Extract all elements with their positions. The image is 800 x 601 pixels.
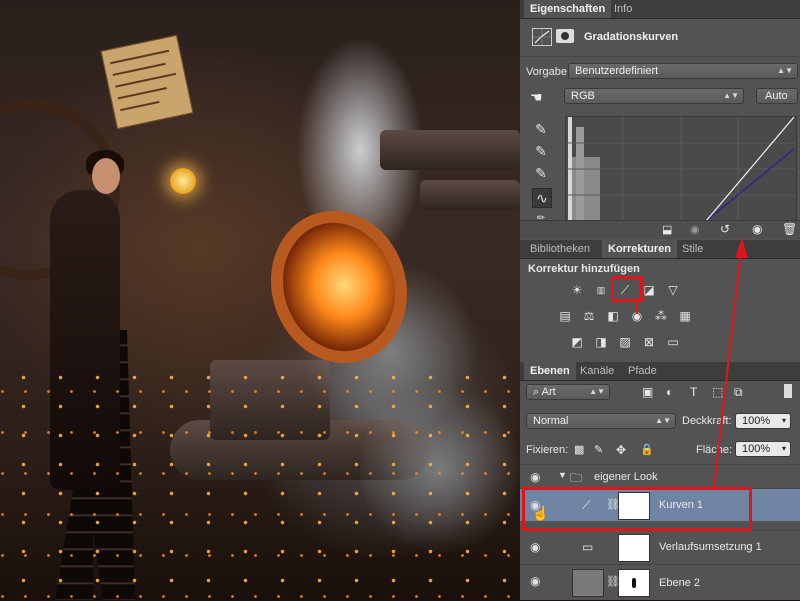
- pipe: [420, 180, 520, 210]
- chevron-down-icon[interactable]: ▾: [782, 414, 786, 428]
- sparks: [0, 360, 520, 600]
- hand-adjust-icon[interactable]: ☚: [530, 89, 543, 106]
- eyedropper-white-icon[interactable]: ✎: [532, 164, 550, 182]
- warning-sign: [100, 34, 194, 130]
- model-head: [92, 158, 120, 194]
- threshold-icon[interactable]: ▨: [618, 336, 632, 348]
- lock-move-icon[interactable]: ✥: [616, 443, 626, 457]
- properties-tabbar: Eigenschaften Info: [520, 0, 800, 19]
- channel-dropdown[interactable]: RGB ▲▼: [564, 88, 744, 104]
- tab-eigenschaften[interactable]: Eigenschaften: [524, 0, 612, 18]
- blend-mode-dropdown[interactable]: Normal ▲▼: [526, 413, 676, 429]
- color-balance-icon[interactable]: ⚖: [582, 310, 596, 322]
- tab-ebenen[interactable]: Ebenen: [524, 362, 576, 380]
- levels-icon[interactable]: ▥: [594, 284, 608, 296]
- layer-mask-thumbnail[interactable]: [618, 534, 650, 562]
- hue-saturation-icon[interactable]: ▤: [558, 310, 572, 322]
- gradient-map-icon: ▭: [582, 540, 594, 554]
- auto-button[interactable]: Auto: [756, 88, 798, 104]
- chevron-updown-icon: ▲▼: [589, 387, 605, 396]
- blend-mode-value: Normal: [533, 415, 569, 427]
- layer-row[interactable]: ◉ ⛓ Ebene 2: [520, 564, 800, 601]
- posterize-icon[interactable]: ◨: [594, 336, 608, 348]
- curves-graph[interactable]: [565, 116, 797, 222]
- divider: [520, 56, 800, 57]
- chevron-updown-icon: ▲▼: [655, 416, 671, 425]
- invert-icon[interactable]: ◩: [570, 336, 584, 348]
- filter-toggle[interactable]: [784, 384, 792, 398]
- filter-type-icon[interactable]: T: [690, 385, 697, 399]
- lamp: [170, 168, 196, 194]
- selective-color-icon[interactable]: ⊠: [642, 336, 656, 348]
- chevron-updown-icon: ▲▼: [723, 91, 739, 100]
- layer-mask-thumbnail[interactable]: [618, 569, 650, 597]
- visibility-eye-icon[interactable]: ◉: [530, 574, 540, 588]
- annotation-arrow: [713, 238, 748, 489]
- clip-to-layer-icon[interactable]: ⬓: [662, 223, 672, 236]
- preset-value: Benutzerdefiniert: [575, 65, 659, 77]
- pipe: [380, 130, 520, 170]
- lock-transparent-icon[interactable]: ▩: [574, 443, 584, 456]
- auto-label: Auto: [765, 90, 788, 102]
- tab-bibliotheken[interactable]: Bibliotheken: [524, 240, 596, 258]
- lock-label: Fixieren:: [526, 444, 569, 456]
- search-icon: ⌕: [533, 386, 540, 398]
- filter-pixel-icon[interactable]: ▣: [642, 385, 653, 399]
- adjustments-heading: Korrektur hinzufügen: [528, 263, 640, 275]
- filter-kind: Art: [541, 386, 556, 398]
- curves-histogram: [566, 116, 796, 222]
- visibility-eye-icon[interactable]: ◉: [530, 540, 540, 554]
- lock-all-icon[interactable]: 🔒: [640, 443, 654, 456]
- tab-info[interactable]: Info: [608, 0, 638, 18]
- channel-value: RGB: [571, 90, 595, 102]
- document-canvas[interactable]: [0, 0, 520, 600]
- layer-name: Verlaufsumsetzung 1: [659, 541, 762, 553]
- tab-kanaele[interactable]: Kanäle: [574, 362, 620, 380]
- preset-dropdown[interactable]: Benutzerdefiniert ▲▼: [568, 63, 798, 79]
- curves-adjustment-icon: [532, 28, 552, 46]
- highlight-curves-layer: [522, 487, 752, 531]
- exposure-icon[interactable]: ◪: [642, 284, 656, 296]
- layer-row[interactable]: ◉ ▭ Verlaufsumsetzung 1: [520, 530, 800, 563]
- channel-mixer-icon[interactable]: ⁂: [654, 310, 668, 322]
- filter-adjustment-icon[interactable]: ◐: [666, 385, 673, 399]
- layer-mask-icon[interactable]: [556, 29, 574, 43]
- tab-korrekturen[interactable]: Korrekturen: [602, 240, 677, 258]
- highlight-curves-button: [611, 276, 643, 302]
- visibility-eye-icon[interactable]: ◉: [530, 470, 540, 484]
- annotation-line: [636, 300, 638, 314]
- curve-edit-icon[interactable]: ∿: [532, 188, 552, 208]
- black-white-icon[interactable]: ◧: [606, 310, 620, 322]
- lock-brush-icon[interactable]: ✎: [594, 443, 603, 456]
- properties-title: Gradationskurven: [584, 31, 679, 43]
- layer-name: eigener Look: [594, 471, 658, 483]
- brightness-icon[interactable]: ☀: [570, 284, 584, 296]
- chevron-updown-icon: ▲▼: [777, 66, 793, 75]
- chevron-down-icon[interactable]: ▼: [558, 470, 567, 480]
- gradient-map-icon[interactable]: ▭: [666, 336, 680, 348]
- tab-pfade[interactable]: Pfade: [622, 362, 663, 380]
- view-previous-icon[interactable]: ◉: [690, 223, 700, 236]
- layer-name: Ebene 2: [659, 577, 700, 589]
- eyedropper-black-icon[interactable]: ✎: [532, 120, 550, 138]
- layer-filter-dropdown[interactable]: ⌕ Art ▲▼: [526, 384, 610, 400]
- color-lookup-icon[interactable]: ▦: [678, 310, 692, 322]
- eyedropper-gray-icon[interactable]: ✎: [532, 142, 550, 160]
- vibrance-icon[interactable]: ▽: [666, 284, 680, 296]
- chevron-down-icon[interactable]: ▾: [782, 442, 786, 456]
- layer-thumbnail[interactable]: [572, 569, 604, 597]
- trash-icon[interactable]: 🗑: [782, 222, 797, 236]
- preset-label: Vorgabe:: [526, 66, 571, 78]
